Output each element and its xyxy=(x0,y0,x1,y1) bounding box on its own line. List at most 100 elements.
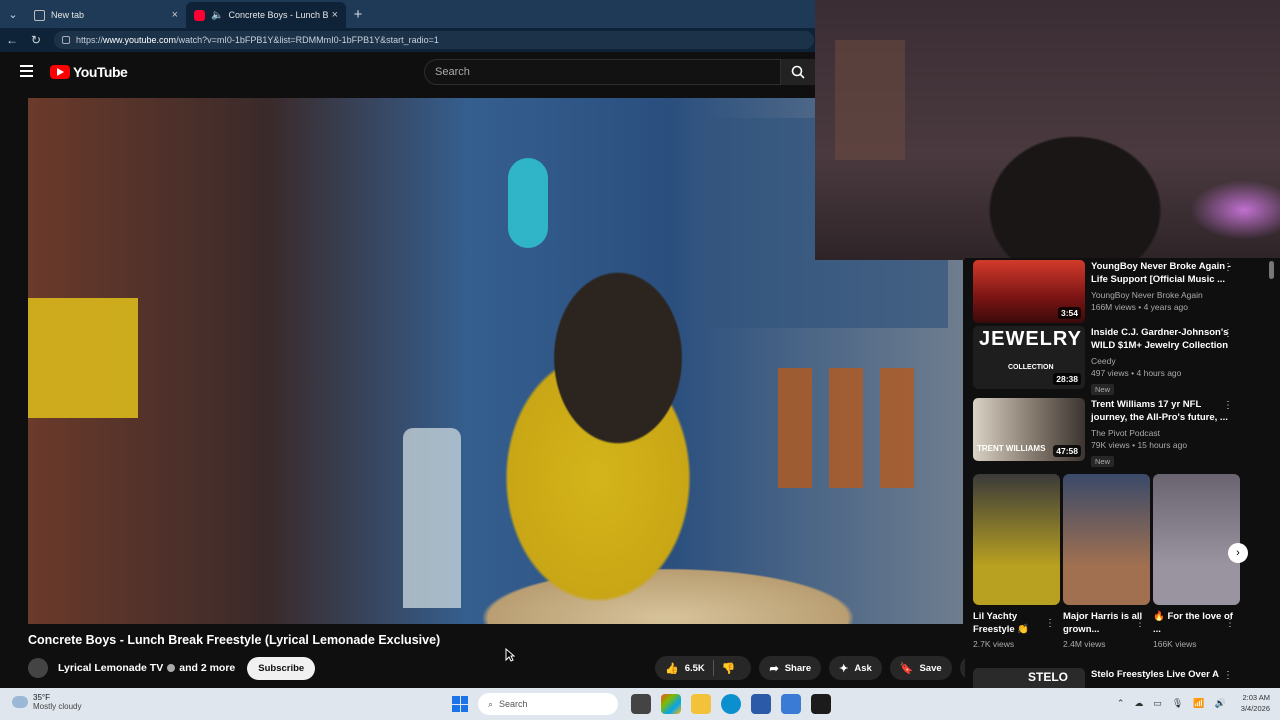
clock[interactable]: 2:03 AM 3/4/2026 xyxy=(1241,692,1270,714)
new-tab-button[interactable]: + xyxy=(346,6,370,23)
rec-channel: Ceedy xyxy=(1091,356,1116,366)
windows-start-icon[interactable] xyxy=(452,696,468,712)
thumb-text: TRENT WILLIAMS xyxy=(977,444,1046,453)
rec-title: Stelo Freestyles Live Over A xyxy=(1091,669,1219,680)
more-channels-link[interactable]: and 2 more xyxy=(179,662,235,674)
refresh-icon[interactable]: ↻ xyxy=(24,33,48,47)
youtube-logo[interactable]: YouTube xyxy=(50,64,128,80)
site-info-icon[interactable] xyxy=(62,36,70,44)
weather-temp: 35°F xyxy=(33,693,50,702)
rec-meta: YoungBoy Never Broke Again - Life Suppor… xyxy=(1091,260,1231,323)
rec-stats: 166M views • 4 years ago xyxy=(1091,302,1188,312)
recommendations-panel: 3:54 YoungBoy Never Broke Again - Life S… xyxy=(965,258,1280,688)
save-button[interactable]: 🔖 Save xyxy=(889,656,952,680)
tray-usb-icon[interactable]: ▭ xyxy=(1153,698,1162,709)
task-view-icon[interactable] xyxy=(631,694,651,714)
rec-title: Trent Williams 17 yr NFL journey, the Al… xyxy=(1091,399,1228,423)
wifi-icon[interactable]: 📶 xyxy=(1193,698,1204,709)
share-button[interactable]: ➦ Share xyxy=(759,656,822,680)
tray-app-icon[interactable]: ☁ xyxy=(1134,698,1143,709)
taskbar-search[interactable]: ⌕ Search xyxy=(478,693,618,715)
share-label: Share xyxy=(784,662,812,674)
rec-item[interactable]: TRENT WILLIAMS 47:58 Trent Williams 17 y… xyxy=(973,398,1263,469)
tab-actions-chevron-icon[interactable]: ⌄ xyxy=(0,0,26,28)
channel-name[interactable]: Lyrical Lemonade TV xyxy=(58,662,163,674)
rec-title: YoungBoy Never Broke Again - Life Suppor… xyxy=(1091,261,1231,285)
ask-button[interactable]: ✦ Ask xyxy=(829,656,882,680)
rec-more-icon[interactable]: ⋮ xyxy=(1223,400,1233,411)
edge-browser-icon[interactable] xyxy=(721,694,741,714)
url-field[interactable]: https://www.youtube.com/watch?v=mI0-1bFP… xyxy=(54,31,814,49)
windows-taskbar: 35°F Mostly cloudy ⌕ Search ⌃ ☁ ▭ 🎙 📶 🔊 … xyxy=(0,688,1280,720)
thumb-text: JEWELRY xyxy=(979,328,1082,350)
short-info[interactable]: 🔥 For the love of ... 166K views xyxy=(1153,610,1238,649)
system-tray: ⌃ ☁ ▭ 🎙 📶 🔊 2:03 AM 3/4/2026 xyxy=(1112,692,1270,714)
video-frame-left-figure xyxy=(28,298,138,418)
video-frame-bottles xyxy=(778,368,948,488)
close-tab-icon[interactable]: × xyxy=(332,9,338,21)
thumb-text: COLLECTION xyxy=(1008,364,1054,371)
taskbar-center: ⌕ Search xyxy=(452,692,836,716)
rec-stats: 79K views • 15 hours ago xyxy=(1091,440,1188,450)
copilot-icon[interactable] xyxy=(661,694,681,714)
short-info[interactable]: Major Harris is all grown... 2.4M views xyxy=(1063,610,1148,649)
search-input[interactable]: Search xyxy=(424,59,781,85)
like-count: 6.5K xyxy=(684,662,705,674)
app-icon[interactable] xyxy=(811,694,831,714)
tray-chevron-icon[interactable]: ⌃ xyxy=(1117,698,1125,709)
volume-icon[interactable]: 🔊 xyxy=(1215,698,1226,709)
like-button[interactable]: 👍 6.5K 👎 xyxy=(655,656,752,680)
search-icon xyxy=(791,65,805,79)
rec-item[interactable]: 3:54 YoungBoy Never Broke Again - Life S… xyxy=(973,260,1263,323)
back-arrow-icon[interactable]: ← xyxy=(0,33,24,47)
close-tab-icon[interactable]: × xyxy=(172,9,178,21)
file-explorer-icon[interactable] xyxy=(691,694,711,714)
short-thumbnail[interactable] xyxy=(1063,474,1150,605)
rec-thumbnail: 3:54 xyxy=(973,260,1085,323)
rec-thumbnail: TRENT WILLIAMS 47:58 xyxy=(973,398,1085,461)
weather-widget[interactable]: 35°F Mostly cloudy xyxy=(12,693,81,711)
tab-youtube[interactable]: 🔈 Concrete Boys - Lunch Break × xyxy=(186,2,346,28)
short-more-icon[interactable]: ⋮ xyxy=(1225,618,1235,629)
rec-more-icon[interactable]: ⋮ xyxy=(1223,328,1233,339)
video-actions: 👍 6.5K 👎 ➦ Share ✦ Ask 🔖 Save ••• xyxy=(655,656,984,680)
rec-item[interactable]: JEWELRY COLLECTION 28:38 Inside C.J. Gar… xyxy=(973,326,1263,397)
short-views: 166K views xyxy=(1153,639,1197,649)
rec-stats: 497 views • 4 hours ago xyxy=(1091,368,1182,378)
rec-thumbnail: JEWELRY COLLECTION 28:38 xyxy=(973,326,1085,389)
rec-meta: Stelo Freestyles Live Over A xyxy=(1091,668,1231,688)
rec-more-icon[interactable]: ⋮ xyxy=(1223,670,1233,681)
clock-date: 3/4/2026 xyxy=(1240,704,1270,713)
short-thumbnail[interactable] xyxy=(1153,474,1240,605)
rec-more-icon[interactable]: ⋮ xyxy=(1223,262,1233,273)
tab-new-tab[interactable]: New tab × xyxy=(26,2,186,28)
scrollbar[interactable] xyxy=(1269,261,1274,279)
youtube-play-icon xyxy=(50,65,70,79)
search-icon: ⌕ xyxy=(488,698,494,709)
short-more-icon[interactable]: ⋮ xyxy=(1045,618,1055,629)
speaker-icon[interactable]: 🔈 xyxy=(211,10,223,21)
taskbar-search-label: Search xyxy=(499,699,528,709)
menu-icon[interactable] xyxy=(20,65,33,77)
youtube-header: YouTube Search xyxy=(0,52,815,92)
thumbs-down-icon[interactable]: 👎 xyxy=(722,662,746,675)
rec-item[interactable]: STELO Stelo Freestyles Live Over A ⋮ xyxy=(973,668,1263,688)
browser-tab-bar: ⌄ New tab × 🔈 Concrete Boys - Lunch Brea… xyxy=(0,0,815,28)
short-more-icon[interactable]: ⋮ xyxy=(1135,618,1145,629)
channel-avatar[interactable] xyxy=(28,658,48,678)
video-frame-headphones xyxy=(508,158,548,248)
webcam-overlay xyxy=(815,0,1280,260)
mouse-cursor-icon xyxy=(505,648,515,662)
shorts-next-arrow-icon[interactable]: › xyxy=(1228,543,1248,563)
sparkle-icon: ✦ xyxy=(839,662,849,675)
search-button[interactable] xyxy=(781,59,815,85)
store-icon[interactable] xyxy=(751,694,771,714)
outlook-icon[interactable] xyxy=(781,694,801,714)
url-host: www.youtube.com xyxy=(103,35,177,45)
new-tab-favicon-icon xyxy=(34,9,45,21)
short-thumbnail[interactable] xyxy=(973,474,1060,605)
subscribe-button[interactable]: Subscribe xyxy=(247,656,316,680)
webcam-light-glow xyxy=(1190,180,1280,240)
mic-icon[interactable]: 🎙 xyxy=(1172,698,1183,709)
short-info[interactable]: Lil Yachty Freestyle 👏 2.7K views xyxy=(973,610,1058,649)
